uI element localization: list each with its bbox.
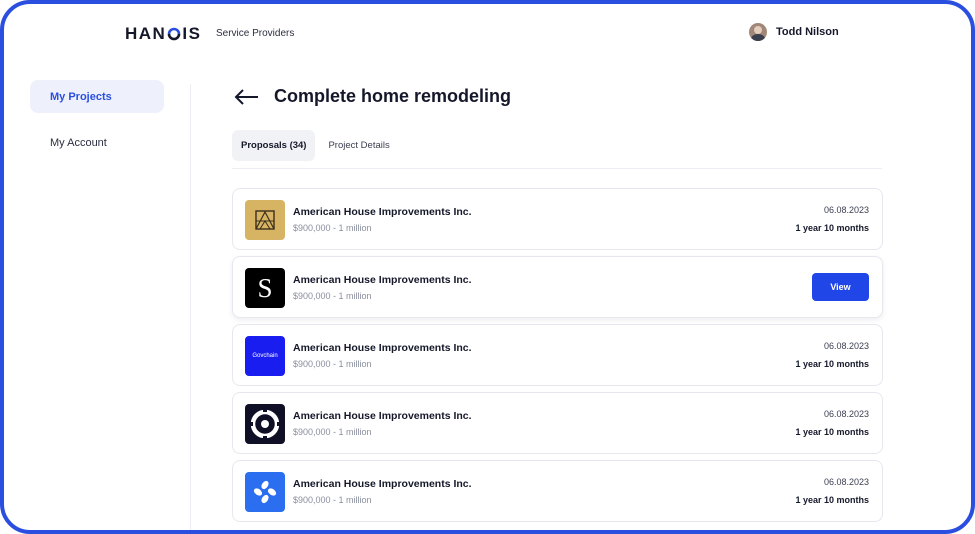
price-range: $900,000 - 1 million	[293, 495, 372, 505]
proposal-duration: 1 year 10 months	[795, 427, 869, 437]
proposal-card[interactable]: American House Improvements Inc. $900,00…	[232, 392, 883, 454]
proposal-duration: 1 year 10 months	[795, 495, 869, 505]
company-name: American House Improvements Inc.	[293, 410, 472, 422]
govchain-logo-icon: Govchain	[245, 336, 285, 376]
user-name: Todd Nilson	[776, 26, 839, 38]
sidebar-divider	[190, 84, 191, 530]
tab-proposals[interactable]: Proposals (34)	[232, 130, 316, 161]
nav-service-providers[interactable]: Service Providers	[216, 28, 294, 39]
s-logo-icon: S	[245, 268, 285, 308]
company-name: American House Improvements Inc.	[293, 274, 472, 286]
proposal-card[interactable]: American House Improvements Inc. $900,00…	[232, 460, 883, 522]
price-range: $900,000 - 1 million	[293, 223, 372, 233]
proposal-card[interactable]: American House Improvements Inc. $900,00…	[232, 188, 883, 250]
proposal-card[interactable]: S American House Improvements Inc. $900,…	[232, 256, 883, 318]
logo-text-suffix: IS	[182, 24, 202, 43]
proposal-card[interactable]: Govchain American House Improvements Inc…	[232, 324, 883, 386]
price-range: $900,000 - 1 million	[293, 359, 372, 369]
proposal-duration: 1 year 10 months	[795, 359, 869, 369]
proposal-date: 06.08.2023	[823, 477, 869, 487]
price-range: $900,000 - 1 million	[293, 291, 372, 301]
tabs-divider	[232, 168, 882, 169]
page-title-row: Complete home remodeling	[234, 86, 511, 107]
logo-text-prefix: HAN	[125, 24, 167, 43]
company-name: American House Improvements Inc.	[293, 342, 472, 354]
proposals-list: American House Improvements Inc. $900,00…	[232, 188, 883, 528]
proposal-date: 06.08.2023	[823, 205, 869, 215]
view-button[interactable]: View	[812, 273, 869, 301]
user-menu[interactable]: Todd Nilson	[749, 23, 839, 41]
app-frame: HAN IS Service Providers Todd Nilson My …	[0, 0, 975, 534]
gold-frame-logo-icon	[245, 200, 285, 240]
page-title: Complete home remodeling	[274, 86, 512, 106]
hanois-logo[interactable]: HAN IS	[125, 23, 201, 45]
s-logo-text: S	[257, 272, 273, 303]
sidebar: My Projects My Account	[30, 80, 164, 172]
govchain-logo-text: Govchain	[252, 353, 278, 359]
top-header: HAN IS Service Providers Todd Nilson	[4, 4, 971, 66]
proposal-date: 06.08.2023	[823, 341, 869, 351]
tabs: Proposals (34) Project Details	[232, 130, 399, 161]
avatar	[749, 23, 767, 41]
proposal-duration: 1 year 10 months	[795, 223, 869, 233]
company-name: American House Improvements Inc.	[293, 478, 472, 490]
company-name: American House Improvements Inc.	[293, 206, 472, 218]
target-ring-logo-icon	[245, 404, 285, 444]
back-arrow-icon[interactable]	[234, 87, 260, 107]
tab-project-details[interactable]: Project Details	[319, 130, 398, 161]
price-range: $900,000 - 1 million	[293, 427, 372, 437]
logo-o-icon	[167, 27, 181, 41]
sidebar-item-my-projects[interactable]: My Projects	[30, 80, 164, 113]
sidebar-item-my-account[interactable]: My Account	[30, 126, 164, 159]
blue-star-logo-icon	[245, 472, 285, 512]
proposal-date: 06.08.2023	[823, 409, 869, 419]
